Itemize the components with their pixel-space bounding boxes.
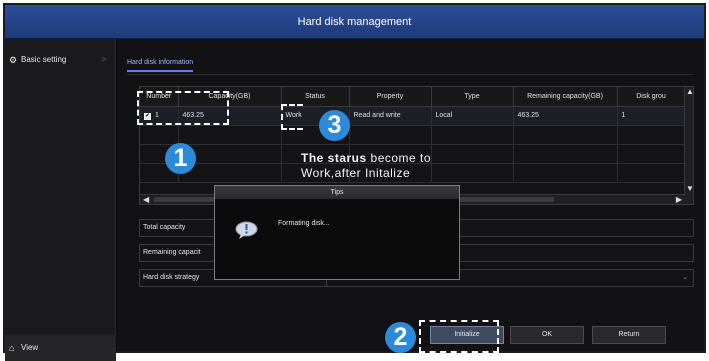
gear-key-icon: ⚙	[9, 55, 18, 65]
tips-dialog: Tips Formating disk...	[214, 185, 460, 280]
scroll-right-icon[interactable]: ▶	[676, 195, 682, 204]
tab-divider	[127, 74, 693, 75]
annotation-note: The starus become to Work,after Initaliz…	[301, 151, 431, 181]
dialog-title: Tips	[215, 186, 459, 199]
highlight-status-cell	[281, 104, 303, 130]
column-header-remaining[interactable]: Remaining capacity(GB)	[513, 87, 618, 107]
total-capacity-label: Total capacity	[143, 224, 186, 231]
chevron-right-icon: >	[101, 55, 106, 64]
app-window: Hard disk management ⚙ Basic setting > ⌂…	[3, 3, 706, 361]
scroll-down-icon[interactable]: ▼	[686, 184, 694, 193]
return-button[interactable]: Return	[592, 326, 666, 344]
chevron-down-icon[interactable]: ⌄	[682, 270, 688, 286]
scroll-left-icon[interactable]: ◀	[143, 195, 149, 204]
cell-group: 1	[617, 106, 686, 126]
column-header-property[interactable]: Property	[349, 87, 432, 107]
sidebar: ⚙ Basic setting > ⌂ View	[5, 39, 116, 361]
annotation-note-bold: The starus	[301, 151, 367, 165]
sidebar-item-label: Basic setting	[21, 55, 67, 64]
step-badge-1: 1	[165, 143, 196, 174]
cell-remaining: 463.25	[513, 106, 618, 126]
speech-bubble-icon	[235, 221, 258, 239]
strategy-label: Hard disk strategy	[143, 274, 200, 281]
highlight-checkbox-area	[137, 91, 229, 125]
scroll-up-icon[interactable]: ▲	[686, 87, 694, 96]
sidebar-item-label: View	[21, 343, 39, 352]
table-row-empty	[140, 125, 686, 145]
highlight-initialize-button	[419, 320, 499, 353]
sidebar-item-basic-setting[interactable]: ⚙ Basic setting >	[5, 47, 116, 73]
tab-hard-disk-information[interactable]: Hard disk information	[127, 59, 194, 72]
dialog-message: Formating disk...	[278, 220, 330, 227]
sidebar-item-view[interactable]: ⌂ View	[5, 335, 116, 361]
ok-button[interactable]: OK	[510, 326, 584, 344]
home-icon: ⌂	[9, 343, 15, 353]
column-header-disk-group[interactable]: Disk grou	[617, 87, 686, 107]
remaining-capacity-label: Remaining capacit	[143, 249, 201, 256]
annotation-note-rest: become to	[366, 151, 432, 165]
step-badge-2: 2	[385, 322, 416, 353]
vertical-scrollbar[interactable]: ▲ ▼	[684, 87, 694, 204]
cell-property: Read and write	[349, 106, 432, 126]
step-badge-3: 3	[319, 110, 350, 141]
window-title: Hard disk management	[5, 5, 704, 39]
cell-type: Local	[431, 106, 514, 126]
annotation-note-line2: Work,after Initalize	[301, 166, 411, 180]
column-header-type[interactable]: Type	[431, 87, 514, 107]
